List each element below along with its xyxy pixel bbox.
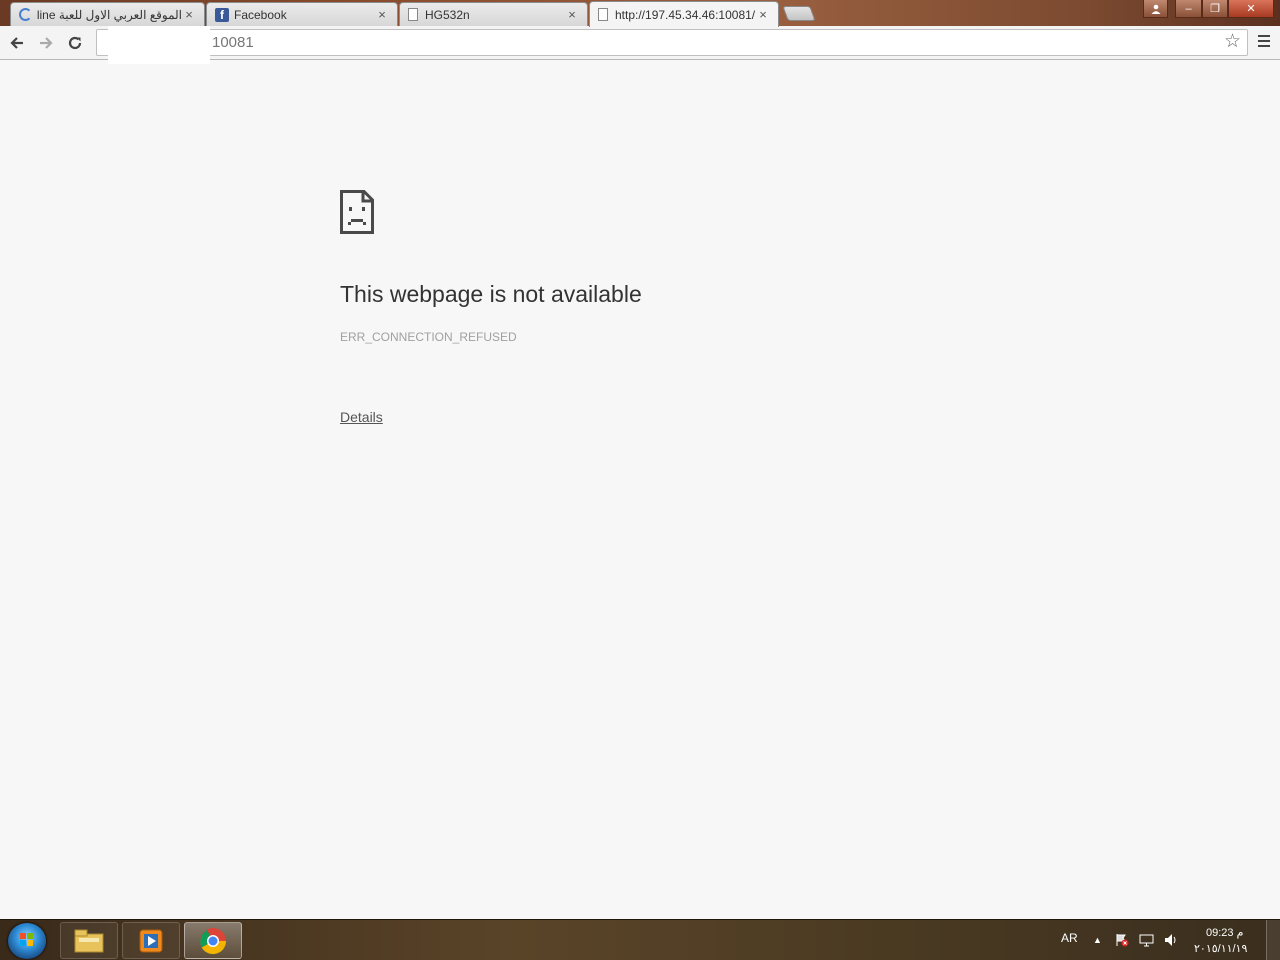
media-player-icon bbox=[139, 929, 163, 952]
forward-button[interactable] bbox=[35, 32, 57, 54]
facebook-icon: f bbox=[215, 7, 229, 22]
details-link[interactable]: Details bbox=[340, 409, 383, 425]
show-hidden-icons-icon[interactable]: ▲ bbox=[1093, 935, 1102, 945]
windows-start-icon[interactable] bbox=[8, 923, 46, 959]
user-profile-button[interactable] bbox=[1143, 0, 1168, 18]
error-page: This webpage is not available ERR_CONNEC… bbox=[0, 61, 1280, 919]
error-code: ERR_CONNECTION_REFUSED bbox=[340, 330, 517, 344]
sad-document-icon bbox=[340, 190, 374, 234]
tab-title: Facebook bbox=[234, 7, 287, 22]
taskbar-chrome[interactable] bbox=[184, 922, 242, 959]
tab-hg532n[interactable]: HG532n × bbox=[399, 2, 588, 26]
page-icon bbox=[408, 8, 418, 21]
redaction-block bbox=[108, 26, 210, 64]
tab-arabic-site[interactable]: الموقع العربي الاول للعبة Online × bbox=[10, 2, 205, 26]
chrome-icon bbox=[200, 927, 227, 954]
page-icon bbox=[598, 8, 608, 21]
language-indicator[interactable]: AR bbox=[1061, 931, 1078, 945]
clock-time[interactable]: 09:23 م bbox=[1206, 926, 1243, 939]
reload-icon bbox=[68, 36, 82, 50]
address-text: 10081 bbox=[212, 34, 254, 51]
tab-title: الموقع العربي الاول للعبة Online bbox=[37, 7, 182, 22]
tab-router-address[interactable]: http://197.45.34.46:10081/ × bbox=[589, 1, 779, 27]
close-window-button[interactable]: ✕ bbox=[1228, 0, 1274, 18]
file-explorer-icon bbox=[74, 929, 104, 952]
tab-close-icon[interactable]: × bbox=[565, 7, 579, 22]
new-tab-button[interactable] bbox=[782, 6, 816, 21]
action-center-flag-icon[interactable] bbox=[1115, 933, 1129, 947]
back-button[interactable] bbox=[6, 32, 28, 54]
tab-close-icon[interactable]: × bbox=[182, 7, 196, 22]
loading-spinner-icon bbox=[19, 8, 32, 21]
error-title: This webpage is not available bbox=[340, 281, 642, 307]
reload-button[interactable] bbox=[64, 32, 86, 54]
restore-button[interactable]: ❐ bbox=[1202, 0, 1228, 18]
minimize-button[interactable]: – bbox=[1175, 0, 1202, 18]
user-icon bbox=[1151, 4, 1160, 14]
hamburger-menu-icon[interactable] bbox=[1255, 31, 1273, 51]
tab-title: http://197.45.34.46:10081/ bbox=[615, 7, 756, 22]
taskbar-file-explorer[interactable] bbox=[60, 922, 118, 959]
tab-title: HG532n bbox=[425, 7, 470, 22]
bookmark-star-icon[interactable]: ☆ bbox=[1224, 30, 1241, 53]
tab-facebook[interactable]: f Facebook × bbox=[206, 2, 398, 26]
network-icon[interactable] bbox=[1139, 933, 1154, 947]
window-title-bar: الموقع العربي الاول للعبة Online × f Fac… bbox=[0, 0, 1280, 27]
tab-close-icon[interactable]: × bbox=[756, 7, 770, 22]
clock-date[interactable]: ٢٠١٥/١١/١٩ bbox=[1194, 942, 1247, 955]
show-desktop-button[interactable] bbox=[1266, 920, 1280, 960]
tab-close-icon[interactable]: × bbox=[375, 7, 389, 22]
volume-icon[interactable] bbox=[1164, 933, 1178, 947]
forward-arrow-icon bbox=[40, 37, 53, 49]
address-bar[interactable]: 10081 bbox=[96, 29, 1248, 56]
taskbar-media-player[interactable] bbox=[122, 922, 180, 959]
windows-taskbar: AR ▲ 09:23 م ٢٠١٥/١١/١٩ bbox=[0, 919, 1280, 960]
back-arrow-icon bbox=[10, 37, 23, 49]
